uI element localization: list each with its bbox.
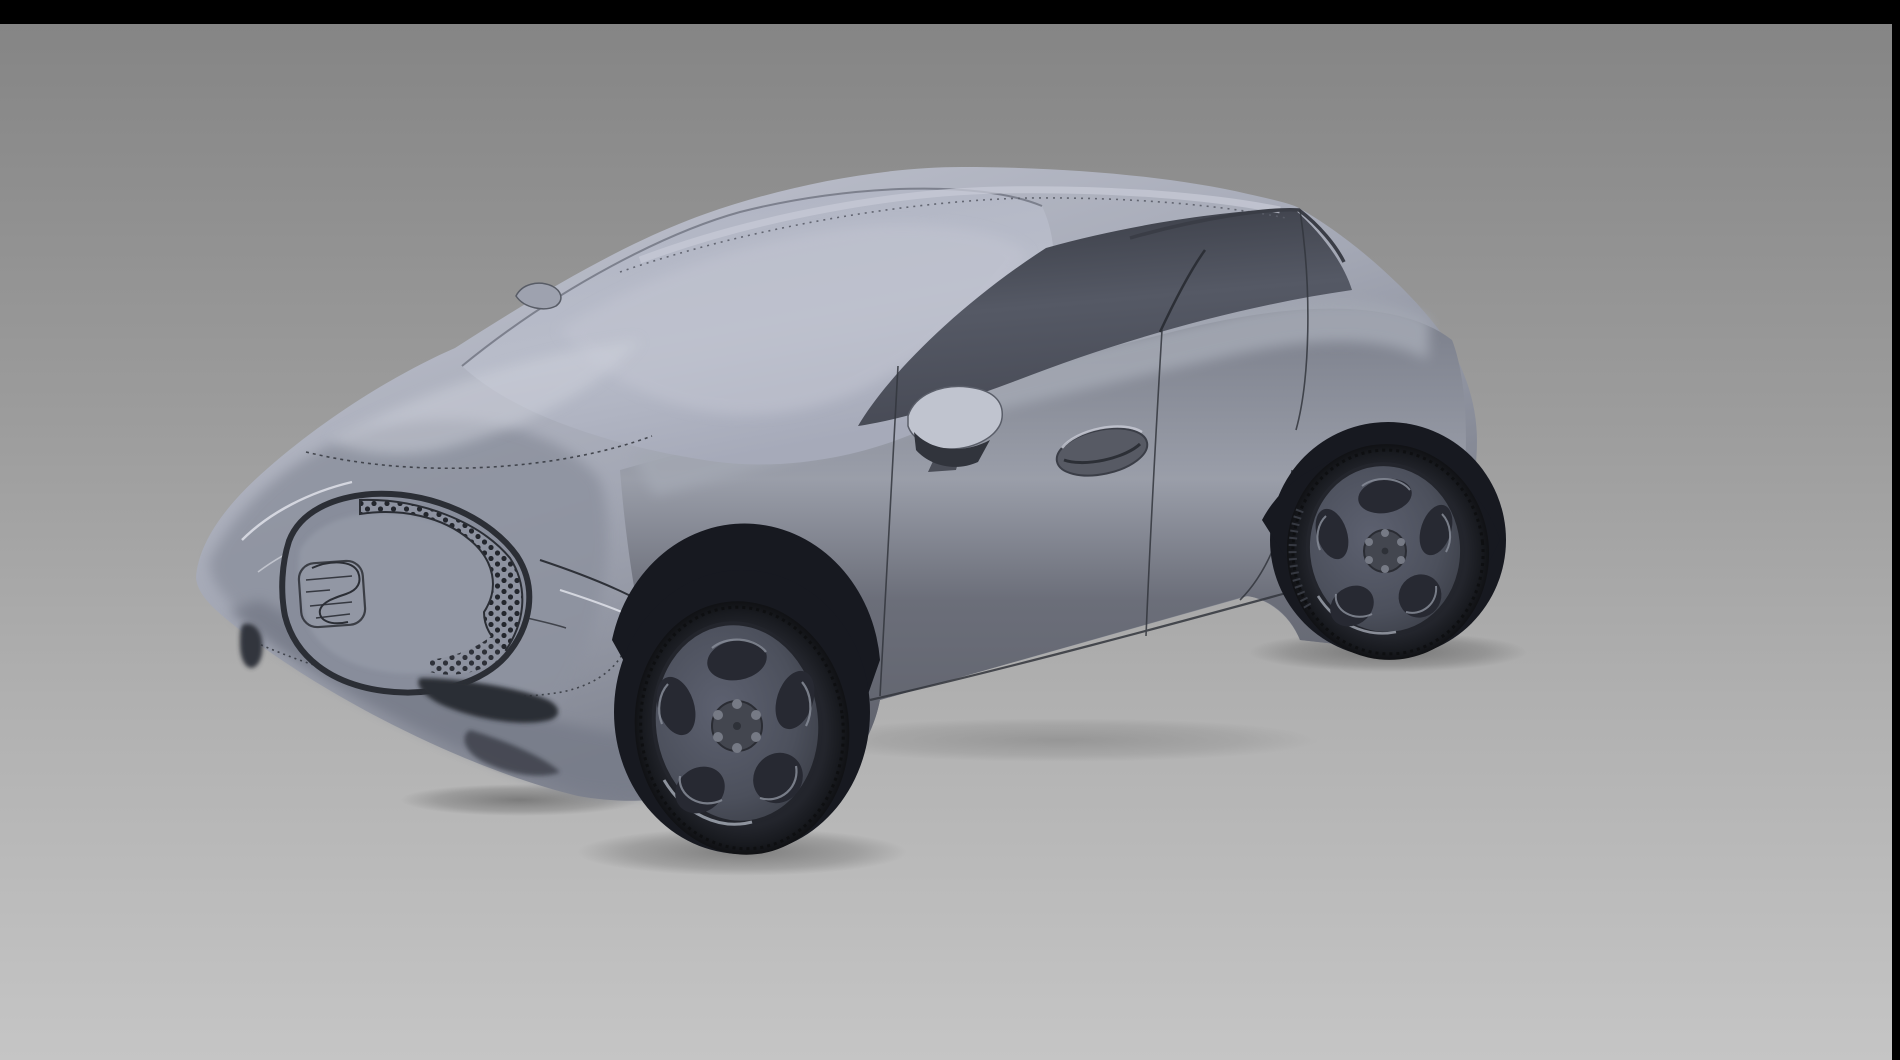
app-window: { "window": { "width": 1900, "height": 1… [0,0,1900,1060]
top-letterbox-bar [0,0,1900,24]
right-letterbox-bar [1892,0,1900,1060]
render-viewport[interactable] [0,24,1892,1060]
fender-antenna [516,283,561,309]
car-model[interactable] [0,0,1900,1060]
